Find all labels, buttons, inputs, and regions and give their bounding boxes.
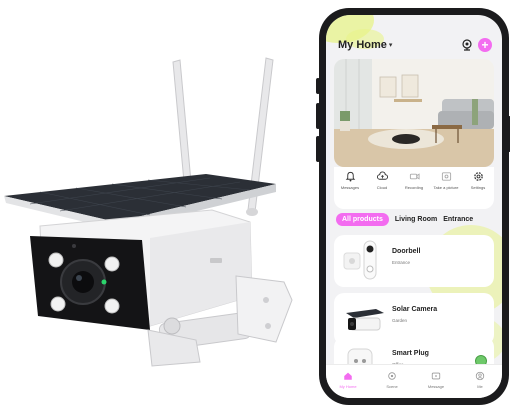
cloud-icon <box>376 171 388 180</box>
nav-label: Me <box>477 384 483 389</box>
photo-icon <box>441 172 451 181</box>
antenna-left <box>172 59 194 190</box>
quick-action-recording[interactable]: Recording <box>400 171 428 190</box>
camera-icon[interactable] <box>461 39 473 51</box>
quick-action-label: Recording <box>404 185 424 190</box>
brand-label <box>210 258 222 263</box>
device-card-doorbell[interactable]: Doorbell Entrance <box>334 235 494 287</box>
app-screen: My Home ▾ + Messages Cloud Recording Tak… <box>326 15 502 398</box>
nav-label: Scene <box>386 384 398 389</box>
quick-action-label: Take a picture <box>433 185 459 190</box>
device-room: Entrance <box>392 260 411 265</box>
device-name: Smart Plug <box>392 350 429 357</box>
quick-action-label: Messages <box>340 185 360 190</box>
home-room-photo <box>334 59 494 167</box>
phone-side-button <box>316 78 320 94</box>
quick-actions-panel: Messages Cloud Recording Take a picture … <box>334 167 494 209</box>
chevron-down-icon[interactable]: ▾ <box>389 41 393 49</box>
device-name: Doorbell <box>392 248 421 255</box>
phone-side-button <box>316 136 320 162</box>
camera-face <box>30 236 150 330</box>
doorbell-product-icon <box>343 240 377 280</box>
ir-led <box>104 256 120 272</box>
home-icon <box>344 372 352 380</box>
nav-me[interactable]: Me <box>465 371 495 389</box>
app-header: My Home ▾ + <box>338 35 492 55</box>
tab-living-room[interactable]: Living Room <box>395 216 437 223</box>
room-tabs: All products Living Room Entrance <box>336 212 498 226</box>
scene-icon <box>388 372 396 380</box>
gear-icon <box>473 172 483 181</box>
device-name: Solar Camera <box>392 306 438 313</box>
device-room: Garden <box>392 318 408 323</box>
quick-action-settings[interactable]: Settings <box>464 171 492 190</box>
ir-led <box>104 298 120 314</box>
nav-label: Message <box>427 384 445 389</box>
quick-action-label: Settings <box>470 185 486 190</box>
home-title[interactable]: My Home <box>338 39 387 51</box>
user-icon <box>475 371 485 381</box>
quick-action-cloud[interactable]: Cloud <box>368 171 396 190</box>
tab-all-products[interactable]: All products <box>336 212 389 226</box>
status-led <box>101 279 107 285</box>
tab-entrance[interactable]: Entrance <box>443 216 473 223</box>
nav-label: My Home <box>339 384 357 389</box>
quick-action-label: Cloud <box>376 185 388 190</box>
living-room-image <box>334 59 494 167</box>
nav-scene[interactable]: Scene <box>377 371 407 389</box>
ir-led <box>50 296 66 312</box>
video-icon <box>409 173 420 180</box>
message-icon <box>431 372 441 380</box>
bell-icon <box>345 171 355 182</box>
nav-message[interactable]: Message <box>421 371 451 389</box>
ir-led <box>48 252 64 268</box>
nav-my-home[interactable]: My Home <box>333 371 363 389</box>
bottom-navigation: My Home Scene Message Me <box>326 364 502 398</box>
quick-action-messages[interactable]: Messages <box>336 171 364 190</box>
phone-frame: My Home ▾ + Messages Cloud Recording Tak… <box>316 8 510 405</box>
quick-action-take-picture[interactable]: Take a picture <box>432 171 460 190</box>
add-device-button[interactable]: + <box>478 38 492 52</box>
phone-side-button <box>316 103 320 129</box>
solar-camera-illustration <box>4 57 293 367</box>
